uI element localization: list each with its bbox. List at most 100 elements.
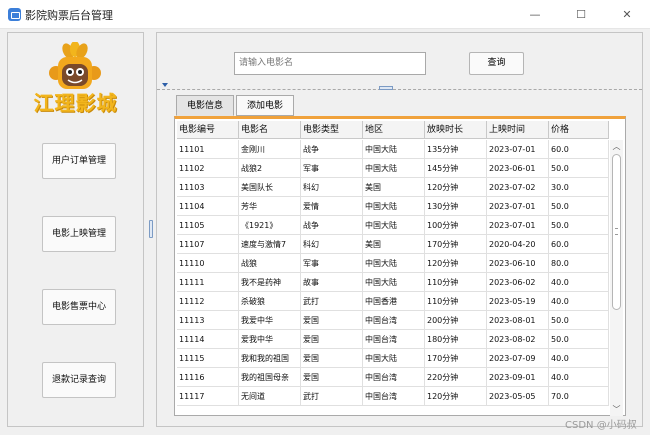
tab-add-movie[interactable]: 添加电影 bbox=[236, 95, 294, 116]
table-cell: 爱国 bbox=[301, 330, 363, 349]
nav-ticket-center-button[interactable]: 电影售票中心 bbox=[42, 289, 116, 325]
table-cell: 2023-06-02 bbox=[487, 273, 549, 292]
table-cell: 11113 bbox=[177, 311, 239, 330]
table-row[interactable]: 11105 《1921》 战争 中国大陆 100分钟 2023-07-01 50.0 bbox=[177, 216, 609, 235]
table-row[interactable]: 11117 无间道 武打 中国台湾 120分钟 2023-05-05 70.0 bbox=[177, 387, 609, 406]
table-row[interactable]: 11104 芳华 爱情 中国大陆 130分钟 2023-07-01 50.0 bbox=[177, 197, 609, 216]
table-row[interactable]: 11110 战狼 军事 中国大陆 120分钟 2023-06-10 80.0 bbox=[177, 254, 609, 273]
column-header-type[interactable]: 电影类型 bbox=[301, 121, 363, 139]
table-cell: 美国 bbox=[363, 235, 425, 254]
table-row[interactable]: 11113 我爱中华 爱国 中国台湾 200分钟 2023-08-01 50.0 bbox=[177, 311, 609, 330]
column-header-price[interactable]: 价格 bbox=[549, 121, 609, 139]
table-cell: 11104 bbox=[177, 197, 239, 216]
table-row[interactable]: 11101 金刚川 战争 中国大陆 135分钟 2023-07-01 60.0 bbox=[177, 140, 609, 159]
table-cell: 美国 bbox=[363, 178, 425, 197]
table-cell: 中国台湾 bbox=[363, 311, 425, 330]
table-row[interactable]: 11102 战狼2 军事 中国大陆 145分钟 2023-06-01 50.0 bbox=[177, 159, 609, 178]
horizontal-splitter[interactable] bbox=[157, 89, 642, 90]
table-cell: 科幻 bbox=[301, 178, 363, 197]
table-cell: 军事 bbox=[301, 159, 363, 178]
search-button[interactable]: 查询 bbox=[469, 52, 524, 75]
table-cell: 中国大陆 bbox=[363, 140, 425, 159]
watermark: CSDN @小码叔 bbox=[565, 420, 637, 431]
table-cell: 30.0 bbox=[549, 178, 609, 197]
table-cell: 80.0 bbox=[549, 254, 609, 273]
collapse-arrow-icon[interactable] bbox=[162, 83, 168, 87]
table-row[interactable]: 11115 我和我的祖国 爱国 中国大陆 170分钟 2023-07-09 40.0 bbox=[177, 349, 609, 368]
table-cell: 11115 bbox=[177, 349, 239, 368]
column-header-id[interactable]: 电影编号 bbox=[177, 121, 239, 139]
table-row[interactable]: 11116 我的祖国母亲 爱国 中国台湾 220分钟 2023-09-01 40.0 bbox=[177, 368, 609, 387]
table-cell: 杀破狼 bbox=[239, 292, 301, 311]
nav-order-management-button[interactable]: 用户订单管理 bbox=[42, 143, 116, 179]
table-cell: 110分钟 bbox=[425, 273, 487, 292]
column-header-duration[interactable]: 放映时长 bbox=[425, 121, 487, 139]
table-cell: 我的祖国母亲 bbox=[239, 368, 301, 387]
table-cell: 无间道 bbox=[239, 387, 301, 406]
grip-icon bbox=[615, 228, 618, 235]
table-cell: 战狼 bbox=[239, 254, 301, 273]
table-row[interactable]: 11111 我不是药神 故事 中国大陆 110分钟 2023-06-02 40.0 bbox=[177, 273, 609, 292]
table-row[interactable]: 11112 杀破狼 武打 中国香港 110分钟 2023-05-19 40.0 bbox=[177, 292, 609, 311]
table-cell: 170分钟 bbox=[425, 349, 487, 368]
nav-refund-records-button[interactable]: 退款记录查询 bbox=[42, 362, 116, 398]
table-cell: 爱国 bbox=[301, 349, 363, 368]
movie-table-panel: 电影编号 电影名 电影类型 地区 放映时长 上映时间 价格 11101 金刚川 战争… bbox=[174, 116, 626, 416]
sidebar: 江理影城 用户订单管理 电影上映管理 电影售票中心 退款记录查询 bbox=[7, 32, 144, 427]
table-cell: 11101 bbox=[177, 140, 239, 159]
table-cell: 军事 bbox=[301, 254, 363, 273]
table-cell: 战争 bbox=[301, 140, 363, 159]
scrollbar-thumb[interactable] bbox=[612, 154, 621, 310]
table-cell: 11117 bbox=[177, 387, 239, 406]
table-cell: 11112 bbox=[177, 292, 239, 311]
horizontal-splitter-handle[interactable] bbox=[379, 86, 393, 90]
column-header-region[interactable]: 地区 bbox=[363, 121, 425, 139]
column-header-release-date[interactable]: 上映时间 bbox=[487, 121, 549, 139]
scroll-up-icon[interactable]: ︿ bbox=[610, 140, 623, 153]
table-cell: 2023-09-01 bbox=[487, 368, 549, 387]
table-row[interactable]: 11114 爱我中华 爱国 中国台湾 180分钟 2023-08-02 50.0 bbox=[177, 330, 609, 349]
table-cell: 11114 bbox=[177, 330, 239, 349]
table-cell: 爱我中华 bbox=[239, 330, 301, 349]
table-cell: 芳华 bbox=[239, 197, 301, 216]
column-header-name[interactable]: 电影名 bbox=[239, 121, 301, 139]
table-cell: 40.0 bbox=[549, 349, 609, 368]
table-cell: 美国队长 bbox=[239, 178, 301, 197]
vertical-splitter-handle[interactable] bbox=[149, 220, 153, 238]
table-cell: 11105 bbox=[177, 216, 239, 235]
table-cell: 爱情 bbox=[301, 197, 363, 216]
table-cell: 中国台湾 bbox=[363, 368, 425, 387]
table-cell: 120分钟 bbox=[425, 254, 487, 273]
table-cell: 135分钟 bbox=[425, 140, 487, 159]
table-cell: 中国大陆 bbox=[363, 197, 425, 216]
app-icon bbox=[8, 8, 21, 21]
maximize-button[interactable]: ☐ bbox=[558, 2, 604, 27]
table-row[interactable]: 11103 美国队长 科幻 美国 120分钟 2023-07-02 30.0 bbox=[177, 178, 609, 197]
vertical-scrollbar[interactable]: ︿ ﹀ bbox=[610, 140, 623, 416]
table-cell: 故事 bbox=[301, 273, 363, 292]
table-cell: 2023-07-01 bbox=[487, 140, 549, 159]
table-cell: 2023-05-05 bbox=[487, 387, 549, 406]
scroll-down-icon[interactable]: ﹀ bbox=[610, 403, 623, 416]
table-cell: 145分钟 bbox=[425, 159, 487, 178]
table-cell: 11111 bbox=[177, 273, 239, 292]
table-cell: 2023-08-02 bbox=[487, 330, 549, 349]
table-cell: 50.0 bbox=[549, 330, 609, 349]
table-cell: 2023-08-01 bbox=[487, 311, 549, 330]
table-cell: 130分钟 bbox=[425, 197, 487, 216]
table-row[interactable]: 11107 速度与激情7 科幻 美国 170分钟 2020-04-20 60.0 bbox=[177, 235, 609, 254]
table-cell: 50.0 bbox=[549, 311, 609, 330]
table-header: 电影编号 电影名 电影类型 地区 放映时长 上映时间 价格 bbox=[177, 121, 609, 139]
table-cell: 70.0 bbox=[549, 387, 609, 406]
close-button[interactable]: ✕ bbox=[604, 2, 650, 27]
nav-movie-release-button[interactable]: 电影上映管理 bbox=[42, 216, 116, 252]
table-cell: 中国台湾 bbox=[363, 330, 425, 349]
table-cell: 220分钟 bbox=[425, 368, 487, 387]
search-input[interactable]: 请输入电影名 bbox=[234, 52, 426, 75]
table-cell: 爱国 bbox=[301, 311, 363, 330]
table-cell: 11116 bbox=[177, 368, 239, 387]
minimize-button[interactable]: — bbox=[512, 2, 558, 27]
table-cell: 战狼2 bbox=[239, 159, 301, 178]
table-cell: 爱国 bbox=[301, 368, 363, 387]
tab-movie-info[interactable]: 电影信息 bbox=[176, 95, 234, 116]
